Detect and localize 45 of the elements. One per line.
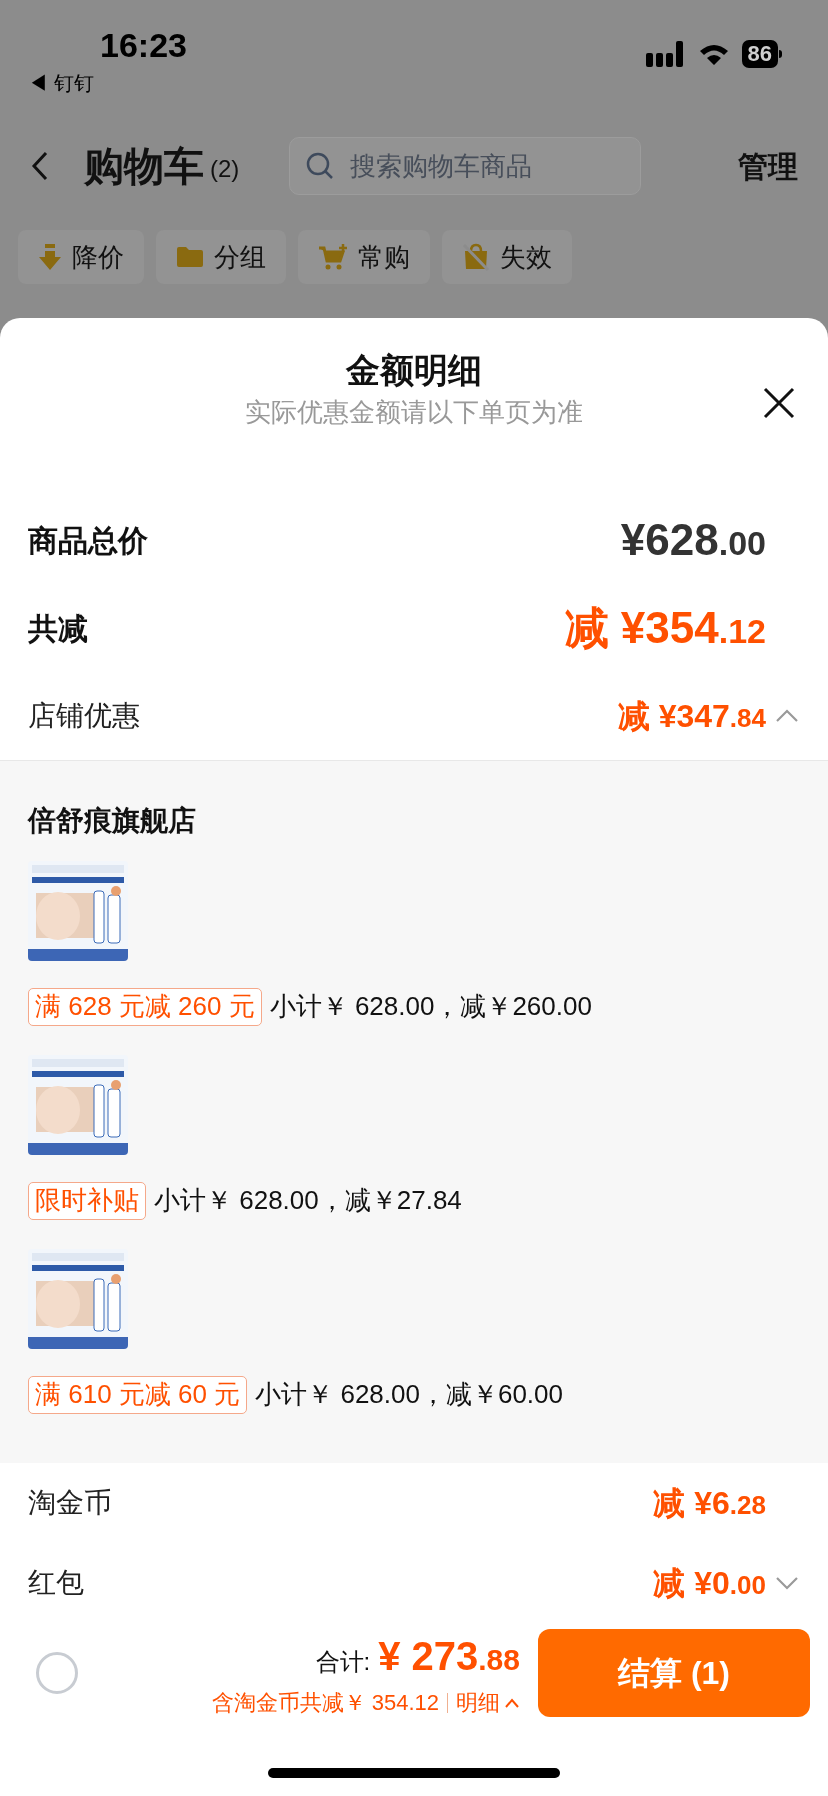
- close-icon[interactable]: [762, 386, 796, 420]
- summary-label: 店铺优惠: [28, 699, 140, 733]
- select-all-radio[interactable]: [36, 1651, 78, 1694]
- battery-indicator: 86: [741, 40, 778, 68]
- summary-label: 商品总价: [28, 522, 148, 559]
- signal-icon: [645, 41, 686, 67]
- promo-tag: 满 628 元减 260 元: [28, 987, 262, 1026]
- status-time: 16:23: [100, 28, 187, 62]
- filter-chip[interactable]: 常购: [298, 230, 430, 284]
- chevron-down-icon[interactable]: [774, 1575, 800, 1591]
- discount-amount: 减 ¥0.00: [653, 1564, 766, 1603]
- detail-link[interactable]: 明细: [456, 1686, 500, 1719]
- chevron-up-icon[interactable]: [774, 708, 800, 724]
- back-to-app-link[interactable]: ◀ 钉钉: [28, 68, 187, 98]
- page-title: 购物车: [84, 143, 204, 190]
- search-field[interactable]: 搜索购物车商品: [289, 137, 642, 195]
- total-label: 合计:: [315, 1647, 371, 1677]
- subtotal-text: 小计￥ 628.00，减￥60.00: [255, 1378, 563, 1411]
- savings-text: 含淘金币共减￥ 354.12: [211, 1689, 439, 1717]
- store-name: 倍舒痕旗舰店: [28, 804, 197, 838]
- discount-label: 红包: [28, 1566, 84, 1600]
- subtotal-text: 小计￥ 628.00，减￥27.84: [154, 1184, 462, 1217]
- summary-amount: 减 ¥347.84: [617, 697, 766, 736]
- summary-label: 共减: [28, 610, 88, 647]
- promo-tag: 满 610 元减 60 元: [28, 1375, 248, 1414]
- filter-chip[interactable]: 分组: [156, 230, 286, 284]
- summary-amount: 减 ¥354.12: [564, 602, 766, 654]
- discount-amount: 减 ¥6.28: [653, 1484, 766, 1523]
- cart-plus-icon: [318, 243, 348, 271]
- sheet-subtitle: 实际优惠金额请以下单页为准: [245, 396, 583, 429]
- cart-count: (2): [210, 154, 240, 184]
- promo-tag: 限时补贴: [28, 1181, 146, 1220]
- filter-chip[interactable]: 失效: [442, 230, 572, 284]
- total-amount: ¥ 273.88: [378, 1633, 520, 1680]
- summary-amount: ¥628.00: [620, 514, 766, 566]
- arrow-down-icon: [38, 243, 62, 271]
- sheet-title: 金额明细: [346, 350, 482, 391]
- discount-label: 淘金币: [28, 1486, 112, 1520]
- back-icon[interactable]: [30, 150, 50, 182]
- folder-icon: [176, 246, 204, 268]
- subtotal-text: 小计￥ 628.00，减￥260.00: [269, 990, 592, 1023]
- manage-button[interactable]: 管理: [738, 143, 798, 189]
- bag-crossed-icon: [462, 243, 490, 271]
- chevron-up-icon[interactable]: [504, 1697, 520, 1708]
- filter-chip[interactable]: 降价: [18, 230, 144, 284]
